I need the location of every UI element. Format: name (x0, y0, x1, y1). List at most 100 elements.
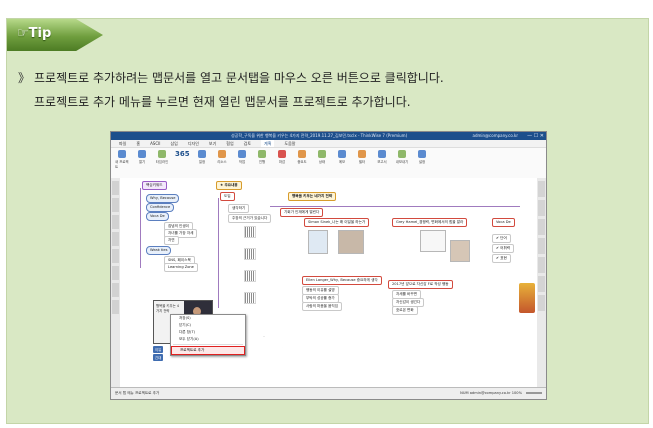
ribbon-button[interactable]: 365 (175, 150, 190, 159)
priority-icon (298, 150, 306, 158)
schedule-icon (198, 150, 206, 158)
export-icon (398, 150, 406, 158)
node-detail[interactable]: 생각하기 (228, 204, 250, 213)
node-weakties[interactable]: Weak ties (146, 246, 172, 255)
ribbon-button[interactable]: 보고서 (375, 150, 389, 164)
side-tab[interactable] (112, 249, 119, 263)
context-menu-item[interactable]: 모두 닫기(A) (171, 336, 245, 343)
side-tab[interactable] (538, 295, 545, 311)
ribbon-label: 설정 (418, 160, 426, 164)
side-tab[interactable] (112, 215, 119, 229)
side-tab[interactable] (538, 238, 545, 254)
ribbon-button[interactable]: 내보내기 (395, 150, 409, 164)
settings-icon (418, 150, 426, 158)
menu-item[interactable]: 보기 (209, 140, 216, 147)
progress-icon (258, 150, 266, 158)
node-keyword[interactable]: 핵심키워드 (142, 181, 167, 190)
menu-item[interactable]: 삽입 (171, 140, 178, 147)
side-tab[interactable] (538, 200, 545, 216)
ribbon-label: 새 프로젝트 (115, 160, 129, 169)
side-tab[interactable] (538, 181, 545, 197)
side-tab[interactable] (538, 257, 545, 273)
status-bar: 문서 탭 메뉴 프로젝트로 추가 NUM admin@company.co.kr… (111, 387, 546, 399)
mindmap-canvas[interactable]: 핵심키워드 ★ 주요내용 Why, Because Confidence Voc… (120, 178, 537, 388)
ribbon-button[interactable]: 리소스 (215, 150, 229, 164)
node-detail[interactable]: 사람의 마음을 움직임 (302, 302, 343, 311)
node-detail[interactable]: 주장의 근거가 있습니다 (228, 214, 272, 223)
node-detail[interactable]: ✔ 표현 (492, 254, 511, 263)
node-detail[interactable]: 호르몬 변화 (392, 306, 418, 315)
node-detail[interactable]: Learning Zone (164, 263, 198, 272)
diagram-image (420, 230, 446, 252)
side-tab[interactable] (112, 198, 119, 212)
chip-label: 긴대 (153, 354, 164, 361)
node-why[interactable]: Why, Because (146, 194, 180, 203)
menu-item[interactable]: 도움말 (284, 140, 295, 147)
ribbon-label: 리소스 (217, 160, 227, 164)
book-image (308, 230, 328, 254)
menu-item[interactable]: 협업 (226, 140, 233, 147)
side-tab[interactable] (112, 300, 119, 314)
ribbon-button[interactable]: 상태 (315, 150, 329, 164)
ribbon-button[interactable]: 진행 (255, 150, 269, 164)
menu-item[interactable]: 파일 (119, 140, 126, 147)
ribbon-button[interactable]: 메모 (335, 150, 349, 164)
node-branch-2[interactable]: Simon Sinek_나는 왜 이일을 하는가 (304, 218, 370, 227)
side-tab[interactable] (112, 181, 119, 195)
node-power[interactable]: 2017년 앞으로 자신감 F로 작성 행동 (388, 280, 453, 289)
ribbon-button[interactable]: 열기 (135, 150, 149, 164)
status-right: NUM admin@company.co.kr 100% (460, 391, 522, 395)
context-menu-item[interactable]: 저장(S) (171, 315, 245, 322)
deadline-icon (278, 150, 286, 158)
filter-icon (358, 150, 366, 158)
account-label: admin@company.co.kr (472, 133, 518, 138)
ribbon-button[interactable]: 타임라인 (155, 150, 169, 164)
node-branch-4[interactable]: Voca De (492, 218, 515, 227)
node-ellen[interactable]: Ellen Langer_Why, Because 중요하게 생각 (302, 276, 382, 285)
qr-image (244, 248, 256, 260)
context-menu-item[interactable]: 닫기(C) (171, 322, 245, 329)
add-to-project-menu-item[interactable]: 프로젝트로 추가 (171, 346, 245, 355)
menu-separator (173, 344, 243, 345)
zoom-slider[interactable] (526, 392, 542, 394)
menu-item[interactable]: ASCII (150, 140, 160, 147)
desc-line-2: 프로젝트로 추가 메뉴를 누르면 현재 열린 맵문서를 프로젝트로 추가합니다. (34, 95, 411, 109)
window-controls-icon[interactable]: — ☐ ✕ (527, 132, 544, 140)
resource-icon (218, 150, 226, 158)
side-tab[interactable] (112, 266, 119, 280)
menu-item[interactable]: 디자인 (188, 140, 199, 147)
menu-bar: 파일 홈 ASCII 삽입 디자인 보기 협업 검토 계획 도움말 (111, 140, 546, 148)
bullet-icon: 》 (18, 71, 31, 85)
ribbon-button[interactable]: 새 프로젝트 (115, 150, 129, 169)
menu-item[interactable]: 계획 (261, 140, 275, 147)
node-confidence[interactable]: Confidence (146, 203, 175, 212)
status-text: 문서 탭 메뉴 프로젝트로 추가 (115, 391, 160, 395)
node-vocade[interactable]: Voca De (146, 212, 169, 221)
side-tab[interactable] (538, 219, 545, 235)
context-menu-item[interactable]: 다른 창(T) (171, 329, 245, 336)
node-detail[interactable]: ✔ 어휘력 (492, 244, 515, 253)
node-core[interactable]: ★ 주요내용 (216, 181, 242, 190)
node-detail[interactable]: 자연 (164, 236, 179, 245)
ribbon-label: 타임라인 (155, 160, 169, 164)
ribbon-button[interactable]: 작업 (235, 150, 249, 164)
node-detail[interactable]: ✔ 단어 (492, 234, 511, 243)
menu-item[interactable]: 검토 (244, 140, 251, 147)
node-intro[interactable]: 도입 (220, 192, 235, 201)
speaker-photo (450, 240, 470, 262)
ribbon-button[interactable]: 필터 (355, 150, 369, 164)
ribbon-button[interactable]: 마감 (275, 150, 289, 164)
node-branch-1[interactable]: 기회가 인재에게 열린다 (280, 208, 324, 217)
node-branch-3[interactable]: Grey Hamel_경쟁력, 변화에서의 힘을 알라 (392, 218, 468, 227)
ribbon-button[interactable]: 일정 (195, 150, 209, 164)
qr-image (244, 226, 256, 238)
menu-item[interactable]: 홈 (136, 140, 140, 147)
ribbon-button[interactable]: 중요도 (295, 150, 309, 164)
ribbon-button[interactable]: 설정 (415, 150, 429, 164)
node-happiness[interactable]: 행복을 키우는 네가지 전략 (288, 192, 337, 201)
side-tab[interactable] (112, 283, 119, 297)
side-tab[interactable] (112, 232, 119, 246)
side-tab[interactable] (538, 276, 545, 292)
report-icon (378, 150, 386, 158)
status-icon (318, 150, 326, 158)
